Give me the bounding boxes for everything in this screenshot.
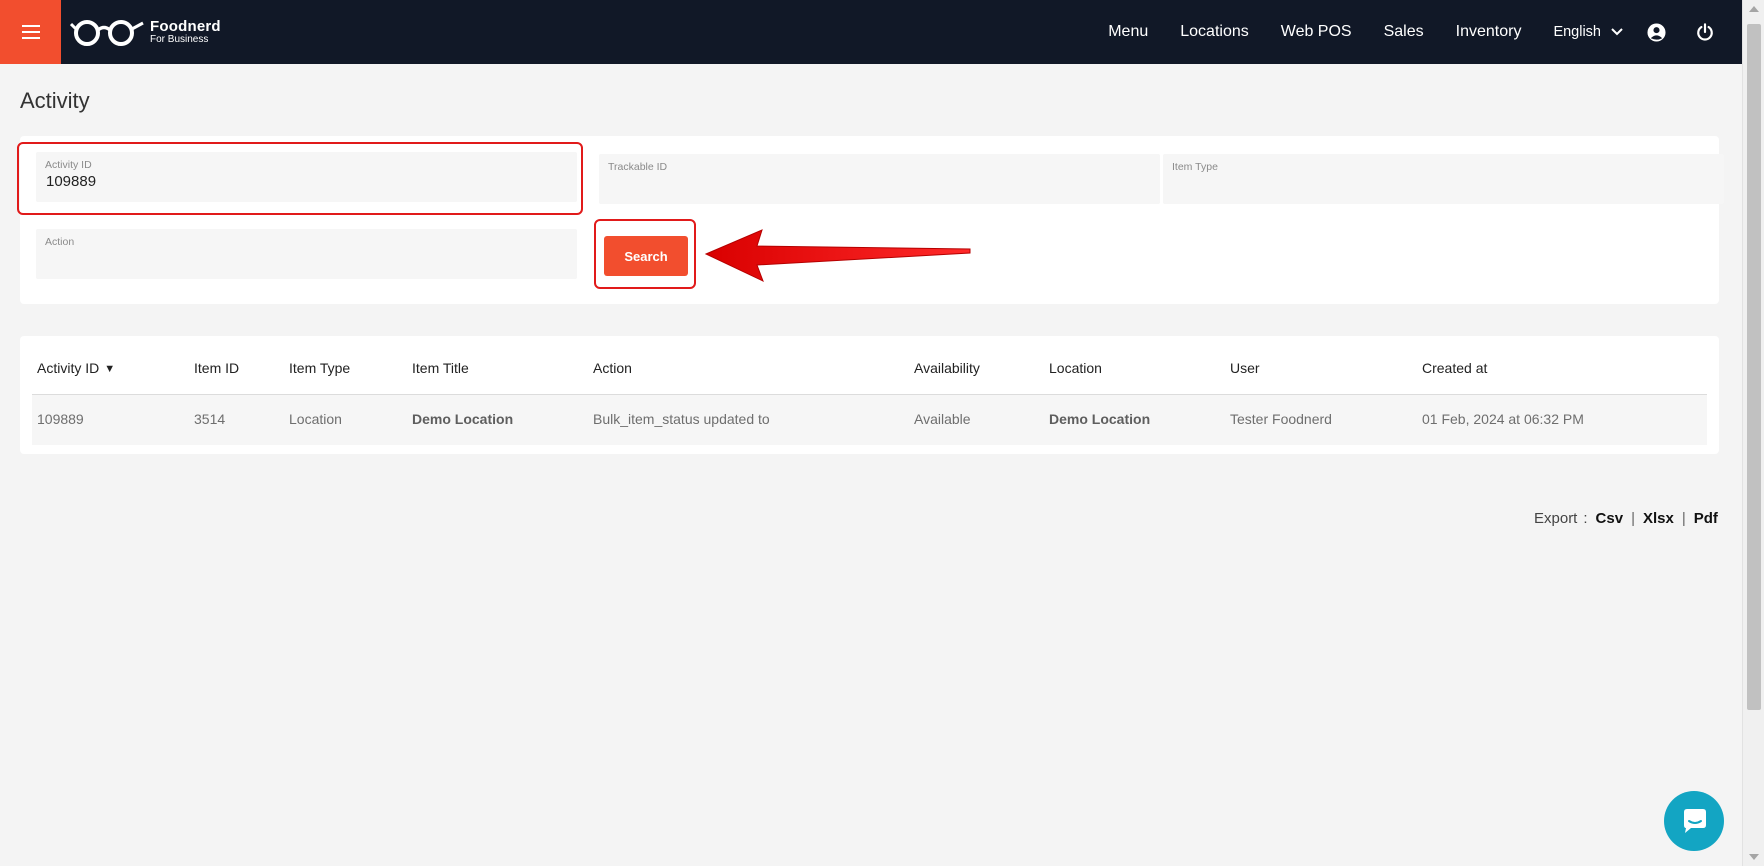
cell-item-title: Demo Location xyxy=(412,411,514,427)
user-profile-button[interactable] xyxy=(1647,22,1666,42)
chat-widget-button[interactable] xyxy=(1664,791,1724,851)
column-header-created-at[interactable]: Created at xyxy=(1422,360,1487,376)
chevron-down-icon xyxy=(1611,28,1623,36)
scroll-up-arrow-icon[interactable] xyxy=(1749,6,1759,12)
page-title: Activity xyxy=(20,88,90,113)
column-header-user[interactable]: User xyxy=(1230,360,1260,376)
action-label: Action xyxy=(45,236,75,248)
export-separator: | xyxy=(1631,510,1635,527)
activity-id-label: Activity ID xyxy=(45,159,92,171)
logo-text: Foodnerd For Business xyxy=(150,19,221,45)
nav-item-inventory[interactable]: Inventory xyxy=(1456,23,1522,41)
hamburger-menu-button[interactable] xyxy=(0,0,61,64)
nav-item-sales[interactable]: Sales xyxy=(1384,23,1424,41)
export-label: Export xyxy=(1534,510,1578,527)
foodnerd-logo[interactable]: Foodnerd For Business xyxy=(70,14,221,50)
red-arrow-annotation-icon xyxy=(704,229,971,282)
cell-availability: Available xyxy=(914,411,971,427)
power-icon xyxy=(1697,23,1713,41)
item-type-label: Item Type xyxy=(1172,161,1218,173)
sort-descending-icon[interactable]: ▼ xyxy=(104,363,115,375)
action-field[interactable]: Action xyxy=(36,229,577,279)
column-header-availability[interactable]: Availability xyxy=(914,360,980,376)
column-header-item-id[interactable]: Item ID xyxy=(194,360,239,376)
user-circle-icon xyxy=(1647,22,1666,42)
column-header-item-type[interactable]: Item Type xyxy=(289,360,350,376)
brand-name: Foodnerd xyxy=(150,18,221,35)
column-header-activity-id[interactable]: Activity ID ▼ xyxy=(37,360,115,376)
cell-activity-id: 109889 xyxy=(37,411,84,427)
column-header-location[interactable]: Location xyxy=(1049,360,1102,376)
column-header-label: Activity ID xyxy=(37,360,100,376)
export-colon: : xyxy=(1583,510,1588,527)
activity-table: Activity ID ▼ Item ID Item Type Item Titl… xyxy=(20,336,1719,454)
trackable-id-label: Trackable ID xyxy=(608,161,668,173)
column-header-item-title[interactable]: Item Title xyxy=(412,360,469,376)
top-navbar: Foodnerd For Business Menu Locations Web… xyxy=(0,0,1742,64)
glasses-logo-icon xyxy=(70,20,144,46)
export-bar: Export : Csv | Xlsx | Pdf xyxy=(1534,510,1718,527)
brand-tagline: For Business xyxy=(150,34,209,45)
export-separator: | xyxy=(1681,510,1686,527)
action-input[interactable] xyxy=(45,250,565,267)
nav-links: Menu Locations Web POS Sales Inventory E… xyxy=(1108,0,1742,64)
search-button[interactable]: Search xyxy=(604,236,688,276)
cell-location: Demo Location xyxy=(1049,411,1151,427)
cell-item-id: 3514 xyxy=(194,411,226,427)
trackable-id-input[interactable] xyxy=(608,175,1148,192)
chat-bubble-icon xyxy=(1684,809,1706,833)
language-label: English xyxy=(1553,24,1601,40)
logout-button[interactable] xyxy=(1696,23,1714,41)
item-type-input[interactable] xyxy=(1172,175,1712,192)
column-header-action[interactable]: Action xyxy=(593,360,632,376)
export-xlsx-link[interactable]: Xlsx xyxy=(1643,510,1674,527)
cell-action: Bulk_item_status updated to xyxy=(593,411,770,427)
export-csv-link[interactable]: Csv xyxy=(1596,510,1624,527)
activity-id-input[interactable] xyxy=(45,173,565,190)
scroll-down-arrow-icon[interactable] xyxy=(1749,854,1759,860)
item-type-field[interactable]: Item Type xyxy=(1163,154,1724,204)
hamburger-icon xyxy=(21,25,40,39)
nav-item-locations[interactable]: Locations xyxy=(1180,23,1249,41)
cell-created-at: 01 Feb, 2024 at 06:32 PM xyxy=(1422,411,1584,427)
language-select[interactable]: English xyxy=(1553,24,1623,40)
export-pdf-link[interactable]: Pdf xyxy=(1694,510,1718,527)
cell-user: Tester Foodnerd xyxy=(1230,411,1332,427)
trackable-id-field[interactable]: Trackable ID xyxy=(599,154,1160,204)
scrollbar-thumb[interactable] xyxy=(1747,24,1761,710)
activity-id-field[interactable]: Activity ID xyxy=(36,152,577,202)
nav-item-menu[interactable]: Menu xyxy=(1108,23,1148,41)
cell-item-type: Location xyxy=(289,411,342,427)
page-scrollbar[interactable] xyxy=(1742,0,1764,866)
nav-item-web-pos[interactable]: Web POS xyxy=(1281,23,1352,41)
